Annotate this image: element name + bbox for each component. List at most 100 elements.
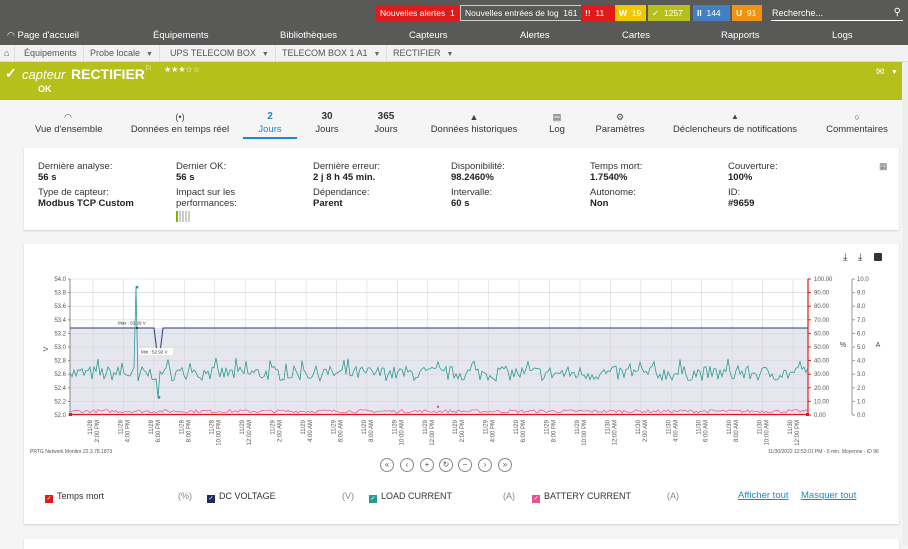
right-tick-label-amps: 3.0 bbox=[857, 372, 866, 378]
right-tick-label-amps: 0.0 bbox=[857, 413, 866, 419]
chart-nav-first[interactable]: « bbox=[380, 458, 394, 472]
x-tick-label: 11/29 bbox=[575, 419, 581, 434]
x-tick-label: 6:00 PM bbox=[156, 420, 162, 442]
x-tick-label: 11/29 bbox=[362, 419, 368, 434]
x-tick-label: 11/29 bbox=[301, 419, 307, 434]
legend-battery-current[interactable]: ✓ BATTERY CURRENT bbox=[532, 490, 632, 503]
voltage-max-marker bbox=[135, 326, 139, 330]
checkbox-icon[interactable]: ✓ bbox=[207, 495, 215, 503]
right-axis-label-amps: A bbox=[876, 342, 881, 349]
chart-zoom-in[interactable]: + bbox=[420, 458, 434, 472]
x-tick-label: 2:00 AM bbox=[643, 420, 649, 442]
right-tick-label-percent: 80.00 bbox=[814, 304, 830, 310]
x-tick-label: 11/29 bbox=[423, 419, 429, 434]
x-tick-label: 12:00 AM bbox=[247, 420, 253, 445]
x-tick-label: 11/28 bbox=[210, 419, 216, 434]
left-tick-label: 53.6 bbox=[54, 304, 66, 310]
chart-footer-version: PRTG Network Monitor 22.3.78.1873 bbox=[30, 449, 113, 455]
next-panel bbox=[24, 539, 899, 549]
x-tick-label: 12:00 AM bbox=[612, 420, 618, 445]
chart-nav-prev[interactable]: ‹ bbox=[400, 458, 414, 472]
x-tick-label: 8:00 PM bbox=[552, 420, 558, 442]
right-tick-label-amps: 8.0 bbox=[857, 304, 866, 310]
checkbox-icon[interactable]: ✓ bbox=[45, 495, 53, 503]
x-tick-label: 6:00 AM bbox=[704, 420, 710, 442]
show-all-link[interactable]: Afficher tout bbox=[738, 490, 789, 502]
legend-unit: (A) bbox=[503, 491, 515, 501]
right-tick-label-amps: 6.0 bbox=[857, 331, 866, 337]
right-tick-label-amps: 7.0 bbox=[857, 318, 866, 324]
x-tick-label: 12:00 PM bbox=[430, 420, 436, 446]
x-tick-label: 8:00 AM bbox=[369, 420, 375, 442]
checkbox-icon[interactable]: ✓ bbox=[532, 495, 540, 503]
left-tick-label: 53.4 bbox=[54, 318, 66, 324]
legend-dc-voltage[interactable]: ✓ DC VOLTAGE bbox=[207, 490, 276, 503]
right-tick-label-percent: 40.00 bbox=[814, 359, 830, 365]
left-axis-label: V bbox=[43, 346, 50, 351]
legend-label: BATTERY CURRENT bbox=[544, 491, 632, 501]
legend-unit: (%) bbox=[178, 491, 192, 501]
left-tick-label: 52.6 bbox=[54, 372, 66, 378]
x-tick-label: 2:00 PM bbox=[95, 420, 101, 442]
x-tick-label: 11/29 bbox=[331, 419, 337, 434]
chart-reset[interactable]: ↻ bbox=[439, 458, 453, 472]
x-tick-label: 10:00 PM bbox=[582, 420, 588, 446]
downtime-marker bbox=[69, 413, 72, 416]
left-tick-label: 54.0 bbox=[54, 277, 66, 283]
x-tick-label: 8:00 PM bbox=[186, 420, 192, 442]
legend-unit: (V) bbox=[342, 491, 354, 501]
x-tick-label: 11/30 bbox=[666, 419, 672, 434]
x-tick-label: 11/28 bbox=[118, 419, 124, 434]
legend-label: DC VOLTAGE bbox=[219, 491, 276, 501]
x-tick-label: 11/30 bbox=[758, 419, 764, 434]
annotation-min: Min : 52.92 V bbox=[141, 349, 168, 354]
right-tick-label-percent: 100.00 bbox=[814, 277, 833, 283]
x-tick-label: 10:00 AM bbox=[399, 420, 405, 445]
x-tick-label: 6:00 AM bbox=[338, 420, 344, 442]
chart-nav-next[interactable]: › bbox=[478, 458, 492, 472]
load-current-max-marker bbox=[135, 285, 139, 289]
left-tick-label: 52.2 bbox=[54, 399, 66, 405]
right-tick-label-percent: 50.00 bbox=[814, 345, 830, 351]
x-tick-label: 11/29 bbox=[271, 419, 277, 434]
x-tick-label: 11/29 bbox=[240, 419, 246, 434]
annotation-max: Max : 53.29 V bbox=[118, 321, 146, 326]
legend-downtime[interactable]: ✓ Temps mort bbox=[45, 490, 105, 503]
x-tick-label: 4:00 AM bbox=[673, 420, 679, 442]
right-tick-label-amps: 5.0 bbox=[857, 345, 866, 351]
left-tick-label: 53.0 bbox=[54, 345, 66, 351]
right-tick-label-percent: 90.00 bbox=[814, 291, 830, 297]
downtime-marker bbox=[806, 413, 809, 416]
x-tick-label: 11/30 bbox=[605, 419, 611, 434]
x-tick-label: 11/29 bbox=[392, 419, 398, 434]
hide-all-link[interactable]: Masquer tout bbox=[801, 490, 856, 502]
x-tick-label: 2:00 PM bbox=[460, 420, 466, 442]
right-tick-label-percent: 30.00 bbox=[814, 372, 830, 378]
chart-footer-info: 11/30/2022 12:53:01 PM - 5 min. Moyenne … bbox=[768, 449, 879, 455]
right-tick-label-percent: 60.00 bbox=[814, 331, 830, 337]
chart-zoom-out[interactable]: − bbox=[458, 458, 472, 472]
right-tick-label-percent: 10.00 bbox=[814, 399, 830, 405]
x-tick-label: 11/30 bbox=[727, 419, 733, 434]
legend-unit: (A) bbox=[667, 491, 679, 501]
x-tick-label: 11/28 bbox=[149, 419, 155, 434]
x-tick-label: 4:00 AM bbox=[308, 420, 314, 442]
left-tick-label: 52.0 bbox=[54, 413, 66, 419]
left-tick-label: 52.4 bbox=[54, 386, 66, 392]
x-tick-label: 11/28 bbox=[88, 419, 94, 434]
legend-load-current[interactable]: ✓ LOAD CURRENT bbox=[369, 490, 452, 503]
load-current-min-marker bbox=[157, 395, 161, 399]
right-tick-label-amps: 4.0 bbox=[857, 359, 866, 365]
x-tick-label: 10:00 PM bbox=[217, 420, 223, 446]
legend-label: Temps mort bbox=[57, 491, 105, 501]
x-tick-label: 11/29 bbox=[545, 419, 551, 434]
left-tick-label: 52.8 bbox=[54, 359, 66, 365]
right-tick-label-percent: 0.00 bbox=[814, 413, 826, 419]
scrollbar[interactable] bbox=[902, 62, 908, 546]
left-tick-label: 53.8 bbox=[54, 291, 66, 297]
chart-nav-last[interactable]: » bbox=[498, 458, 512, 472]
battery-current-spike-marker bbox=[436, 405, 440, 409]
x-tick-label: 11/29 bbox=[453, 419, 459, 434]
right-tick-label-amps: 2.0 bbox=[857, 386, 866, 392]
checkbox-icon[interactable]: ✓ bbox=[369, 495, 377, 503]
